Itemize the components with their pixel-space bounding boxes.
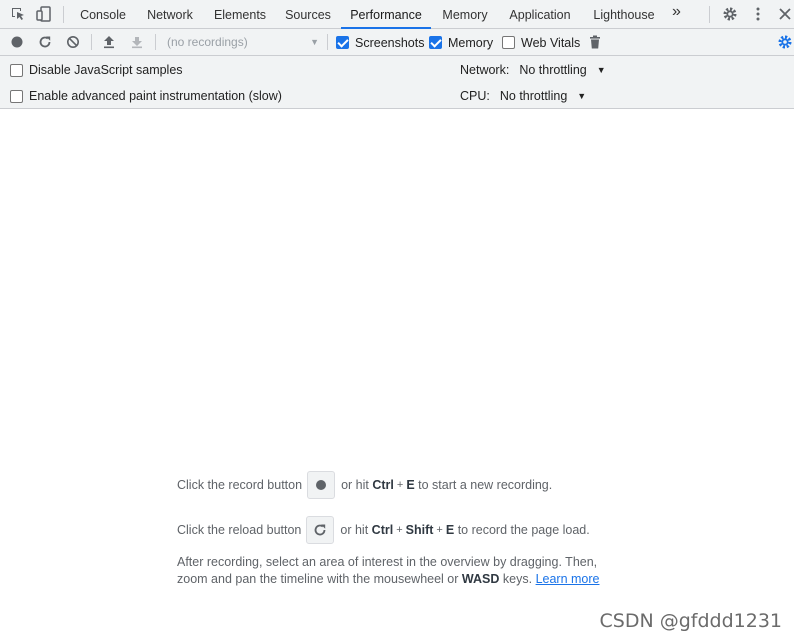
- toolbar-divider: [155, 34, 156, 50]
- screenshots-checkbox[interactable]: Screenshots: [336, 35, 424, 50]
- reload-hint: Click the reload button or hit Ctrl + Sh…: [177, 516, 590, 544]
- record-button[interactable]: [307, 471, 336, 499]
- close-icon[interactable]: [776, 5, 794, 23]
- dropdown-arrow-icon[interactable]: ▼: [597, 65, 606, 75]
- inspect-element-icon[interactable]: [9, 5, 27, 23]
- toolbar-divider: [91, 34, 92, 50]
- tab-sources[interactable]: Sources: [280, 0, 336, 29]
- instructions-line: After recording, select an area of inter…: [177, 555, 598, 569]
- kebab-menu-icon[interactable]: [749, 5, 767, 23]
- learn-more-link[interactable]: Learn more: [536, 572, 600, 586]
- trash-icon[interactable]: [587, 34, 603, 50]
- tab-application[interactable]: Application: [503, 0, 577, 29]
- tab-network[interactable]: Network: [140, 0, 200, 29]
- shortcut-key: E: [406, 478, 415, 492]
- shortcut-key: E: [445, 523, 455, 537]
- performance-toolbar: (no recordings) ▼ Screenshots Memory Web…: [0, 29, 794, 56]
- reload-icon[interactable]: [37, 34, 53, 50]
- checkbox-unchecked-icon: [10, 89, 23, 103]
- reload-hint-text: Click the reload button: [177, 523, 302, 537]
- memory-label: Memory: [448, 35, 494, 50]
- cpu-throttling: CPU: No throttling ▼: [460, 88, 586, 104]
- save-profile-download-icon: [129, 34, 145, 50]
- cpu-throttling-select[interactable]: No throttling: [500, 89, 567, 103]
- tab-console[interactable]: Console: [74, 0, 132, 29]
- reload-button[interactable]: [306, 516, 335, 544]
- reload-icon: [315, 524, 326, 536]
- tab-memory[interactable]: Memory: [436, 0, 494, 29]
- toolbar-divider: [327, 34, 328, 50]
- advanced-paint-label: Enable advanced paint instrumentation (s…: [29, 89, 282, 103]
- shortcut-key: WASD: [461, 572, 500, 586]
- shortcut-key: Shift: [405, 523, 434, 537]
- more-tabs-chevron-icon[interactable]: »: [672, 3, 681, 21]
- devtools-tab-bar: Console Network Elements Sources Perform…: [0, 0, 794, 29]
- checkbox-unchecked-icon: [502, 36, 515, 49]
- cpu-throttling-label: CPU:: [460, 89, 490, 103]
- capture-settings-pane: Disable JavaScript samples Enable advanc…: [0, 56, 794, 109]
- dropdown-arrow-icon[interactable]: ▼: [577, 91, 586, 101]
- shortcut-key: Ctrl: [372, 478, 394, 492]
- record-hint-text: to start a new recording.: [418, 478, 553, 492]
- checkbox-unchecked-icon: [10, 63, 23, 77]
- watermark: CSDN @gfddd1231: [599, 610, 783, 632]
- record-hint-text: Click the record button: [177, 478, 303, 492]
- load-profile-upload-icon[interactable]: [101, 34, 117, 50]
- disable-js-samples-label: Disable JavaScript samples: [29, 63, 183, 77]
- device-toolbar-icon[interactable]: [35, 5, 53, 23]
- checkbox-checked-icon: [429, 36, 442, 49]
- capture-settings-gear-icon[interactable]: [777, 34, 793, 50]
- disable-js-samples-checkbox[interactable]: Disable JavaScript samples: [10, 62, 183, 78]
- instructions-text: zoom and pan the timeline with the mouse…: [177, 572, 459, 586]
- record-hint-text: or hit: [341, 478, 369, 492]
- tab-elements[interactable]: Elements: [208, 0, 272, 29]
- tab-bar-divider: [709, 6, 710, 23]
- dropdown-arrow-icon: ▼: [310, 37, 319, 47]
- reload-hint-text: or hit: [340, 523, 369, 537]
- screenshots-label: Screenshots: [355, 35, 425, 50]
- shortcut-plus: +: [396, 524, 403, 536]
- shortcut-plus: +: [396, 479, 404, 491]
- record-icon[interactable]: [9, 34, 25, 50]
- instructions-text: keys.: [502, 572, 533, 586]
- tab-performance[interactable]: Performance: [341, 0, 431, 29]
- web-vitals-label: Web Vitals: [521, 35, 581, 50]
- memory-checkbox[interactable]: Memory: [429, 35, 493, 50]
- reload-hint-text: to record the page load.: [457, 523, 590, 537]
- advanced-paint-checkbox[interactable]: Enable advanced paint instrumentation (s…: [10, 88, 282, 104]
- shortcut-plus: +: [436, 524, 443, 536]
- web-vitals-checkbox[interactable]: Web Vitals: [502, 35, 580, 50]
- recording-instructions: After recording, select an area of inter…: [177, 554, 637, 588]
- network-throttling-label: Network:: [460, 63, 510, 77]
- recordings-select[interactable]: (no recordings) ▼: [161, 33, 321, 52]
- checkbox-checked-icon: [336, 36, 349, 49]
- recordings-select-value: (no recordings): [167, 35, 248, 49]
- network-throttling: Network: No throttling ▼: [460, 62, 606, 78]
- network-throttling-select[interactable]: No throttling: [519, 63, 586, 77]
- performance-landing-page: Click the record button or hit Ctrl + E …: [0, 110, 794, 640]
- gear-icon[interactable]: [721, 5, 739, 23]
- tab-lighthouse[interactable]: Lighthouse: [587, 0, 661, 29]
- shortcut-key: Ctrl: [371, 523, 394, 537]
- record-icon: [316, 480, 327, 490]
- record-hint: Click the record button or hit Ctrl + E …: [177, 471, 552, 499]
- clear-icon[interactable]: [65, 34, 81, 50]
- tab-bar-divider: [63, 6, 64, 23]
- instructions-line: zoom and pan the timeline with the mouse…: [177, 571, 637, 588]
